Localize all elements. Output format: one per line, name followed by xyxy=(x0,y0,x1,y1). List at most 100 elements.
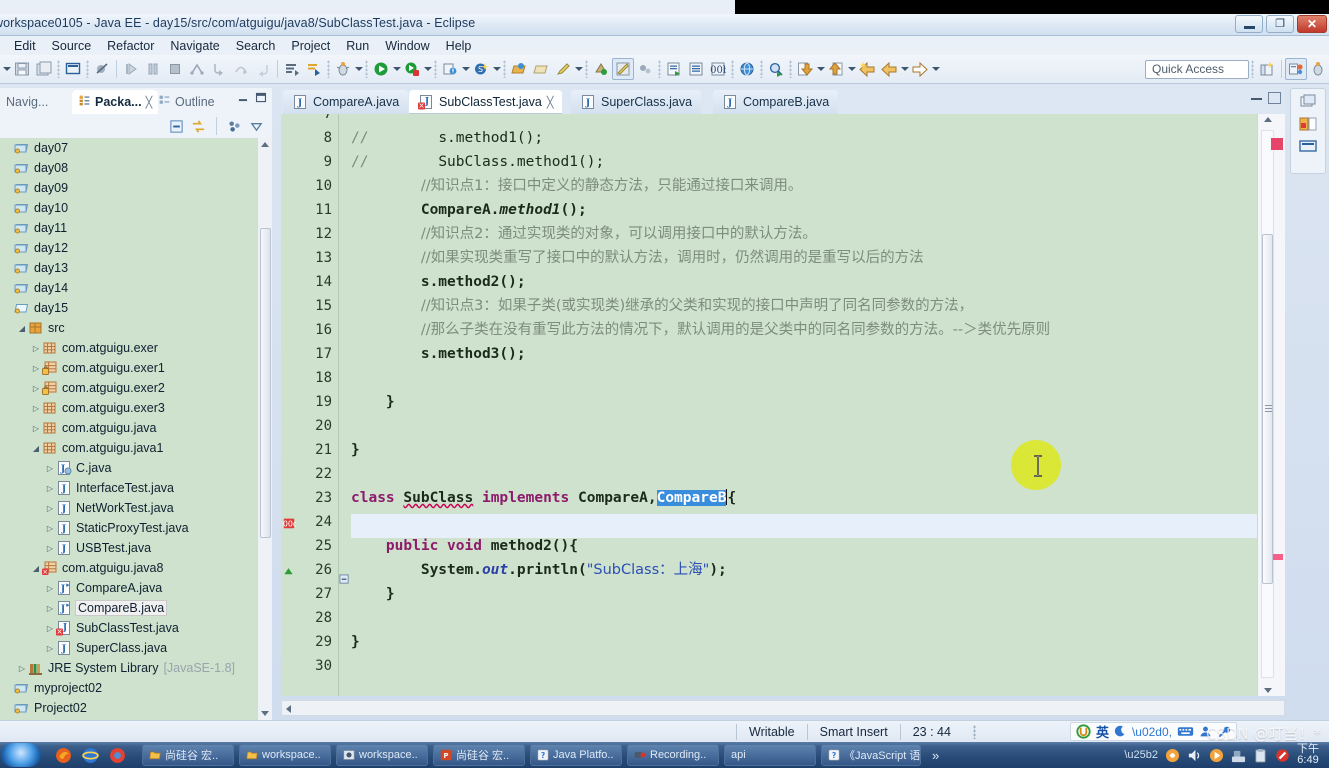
resume-icon[interactable] xyxy=(120,58,142,80)
editor-tab-comparebjava[interactable]: J CompareB.java xyxy=(713,90,839,114)
view-maximize-icon[interactable] xyxy=(254,91,268,109)
collapsed-arrow-icon[interactable]: ▷ xyxy=(44,464,56,473)
tree-item[interactable]: ▷ J StaticProxyTest.java xyxy=(0,518,271,538)
collapsed-arrow-icon[interactable]: ▷ xyxy=(16,664,28,673)
next-annotation-caret[interactable] xyxy=(816,58,825,80)
folding-ruler[interactable] xyxy=(339,114,351,696)
taskbar-overflow-icon[interactable]: » xyxy=(932,748,939,763)
editor-horizontal-scrollbar[interactable] xyxy=(281,700,1285,716)
tree-item[interactable]: day13 xyxy=(0,258,271,278)
tree-item[interactable]: ▷ com.atguigu.java xyxy=(0,418,271,438)
collapsed-arrow-icon[interactable]: ▷ xyxy=(44,644,56,653)
overview-scroll-up[interactable] xyxy=(1264,117,1272,122)
taskbar-task[interactable]: ? Java Platfo.. xyxy=(530,744,622,766)
volume-icon[interactable] xyxy=(1187,748,1202,763)
search-dropdown-caret[interactable] xyxy=(574,58,583,80)
collapse-all-icon[interactable] xyxy=(169,119,184,134)
collapsed-arrow-icon[interactable]: ▷ xyxy=(44,524,56,533)
coverage-dropdown-caret[interactable] xyxy=(423,58,432,80)
tree-item[interactable]: day09 xyxy=(0,178,271,198)
previous-annotation-up-icon[interactable] xyxy=(825,58,847,80)
tree-item[interactable]: ▷ J ▸ CompareA.java xyxy=(0,578,271,598)
tree-item[interactable]: ▷ J SuperClass.java xyxy=(0,638,271,658)
run-dropdown-caret[interactable] xyxy=(392,58,401,80)
menu-window[interactable]: Window xyxy=(377,38,437,54)
tray-expand-icon[interactable]: \u25b2 xyxy=(1124,749,1158,761)
tree-item[interactable]: ◢ com.atguigu.java1 xyxy=(0,438,271,458)
link-with-editor-icon[interactable] xyxy=(191,119,206,134)
view-tab-navig[interactable]: Navig... xyxy=(0,90,54,114)
menu-refactor[interactable]: Refactor xyxy=(99,38,162,54)
taskbar-task[interactable]: api xyxy=(724,744,816,766)
next-annotation-down-icon[interactable] xyxy=(794,58,816,80)
editor-tab-close-icon[interactable]: ╳ xyxy=(547,96,554,109)
tree-item[interactable]: day15 xyxy=(0,298,271,318)
taskbar-task[interactable]: 尚硅谷 宏.. xyxy=(142,744,234,766)
debug-icon[interactable] xyxy=(332,58,354,80)
clipboard-icon[interactable] xyxy=(1253,748,1268,763)
collapsed-arrow-icon[interactable]: ▷ xyxy=(44,624,56,633)
scroll-thumb[interactable] xyxy=(260,228,271,538)
disconnect-icon[interactable] xyxy=(186,58,208,80)
step-into-icon[interactable] xyxy=(208,58,230,80)
tree-item[interactable]: myproject02 xyxy=(0,678,271,698)
debug-perspective-icon[interactable] xyxy=(1307,58,1329,80)
view-minimize-icon[interactable] xyxy=(236,91,250,109)
debug-dropdown-caret[interactable] xyxy=(354,58,363,80)
run-coverage-icon[interactable] xyxy=(401,58,423,80)
menu-edit[interactable]: Edit xyxy=(6,38,44,54)
code-text[interactable]: // s.method1(); // SubClass.method1(); //… xyxy=(351,114,1257,696)
java-perspective-icon[interactable] xyxy=(1285,58,1307,80)
console-icon[interactable] xyxy=(62,58,84,80)
toolbar-overflow-caret[interactable] xyxy=(2,58,11,80)
expanded-arrow-icon[interactable]: ◢ xyxy=(30,564,42,573)
collapsed-arrow-icon[interactable]: ▷ xyxy=(30,344,42,353)
suspend-icon[interactable] xyxy=(142,58,164,80)
tree-item[interactable]: ▷ com.atguigu.exer xyxy=(0,338,271,358)
editor-maximize-icon[interactable] xyxy=(1268,92,1281,104)
collapsed-arrow-icon[interactable]: ▷ xyxy=(30,384,42,393)
tree-item[interactable]: ▷ com.atguigu.exer2 xyxy=(0,378,271,398)
tree-item[interactable]: ▷ J USBTest.java xyxy=(0,538,271,558)
back-caret[interactable] xyxy=(900,58,909,80)
restore-button[interactable]: ❐ xyxy=(1266,15,1294,33)
marker-gutter[interactable]: \u00d7 xyxy=(281,114,299,696)
menu-project[interactable]: Project xyxy=(283,38,338,54)
tree-item[interactable]: day08 xyxy=(0,158,271,178)
new-java-wizard-icon[interactable]: S xyxy=(470,58,492,80)
taskbar-task[interactable]: Recording.. xyxy=(627,744,719,766)
tree-item[interactable]: day07 xyxy=(0,138,271,158)
tree-item[interactable]: day10 xyxy=(0,198,271,218)
show-whitespace-icon[interactable]: \u00b6 xyxy=(707,58,729,80)
save-icon[interactable] xyxy=(11,58,33,80)
back-icon[interactable] xyxy=(878,58,900,80)
editor-tab-superclassjava[interactable]: J SuperClass.java xyxy=(571,90,702,114)
tree-item[interactable]: ▷ J InterfaceTest.java xyxy=(0,478,271,498)
editor-tab-subclasstestjava[interactable]: J × SubClassTest.java ╳ xyxy=(409,90,563,114)
last-edit-icon[interactable] xyxy=(590,58,612,80)
tree-item[interactable]: day11 xyxy=(0,218,271,238)
view-menu-icon[interactable] xyxy=(227,119,242,134)
expanded-arrow-icon[interactable]: ◢ xyxy=(16,324,28,333)
collapsed-arrow-icon[interactable]: ▷ xyxy=(30,364,42,373)
next-annotation-icon[interactable] xyxy=(663,58,685,80)
package-explorer-tree[interactable]: day07 day08 day09 day10 day11 day12 day13 day14… xyxy=(0,138,272,720)
browser-chrome-icon[interactable] xyxy=(109,747,126,764)
expanded-arrow-icon[interactable]: ◢ xyxy=(30,444,42,453)
punctuation-icon[interactable]: \u02d0, xyxy=(1132,725,1172,739)
editor-minimize-icon[interactable] xyxy=(1251,92,1262,100)
open-task-icon[interactable] xyxy=(530,58,552,80)
view-tab-packa[interactable]: Packa... ╳ xyxy=(72,90,159,114)
collapsed-arrow-icon[interactable]: ▷ xyxy=(30,404,42,413)
close-button[interactable]: ✕ xyxy=(1297,15,1327,33)
forward-icon[interactable] xyxy=(909,58,931,80)
forward-caret[interactable] xyxy=(931,58,940,80)
overview-error-mark[interactable] xyxy=(1271,138,1283,150)
tree-item[interactable]: ▷ J ▸ CompareB.java xyxy=(0,598,271,618)
restore-views-icon[interactable] xyxy=(1298,93,1318,111)
open-perspective-icon[interactable] xyxy=(1256,58,1278,80)
tree-item[interactable]: ▷ J C.java xyxy=(0,458,271,478)
new-wizard-caret[interactable] xyxy=(461,58,470,80)
collapsed-arrow-icon[interactable]: ▷ xyxy=(30,424,42,433)
ime-mode-label[interactable]: 英 xyxy=(1096,722,1109,741)
